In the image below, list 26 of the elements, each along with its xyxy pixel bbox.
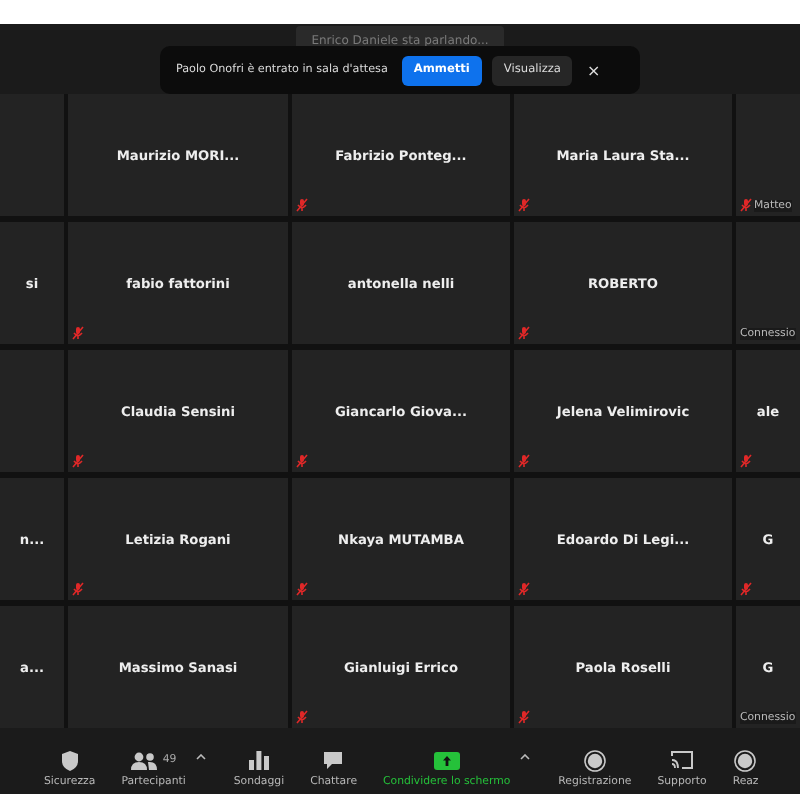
muted-microphone-icon xyxy=(740,198,752,212)
share-screen-icon xyxy=(433,751,460,769)
caret-icon xyxy=(520,754,531,760)
muted-microphone-icon xyxy=(740,582,752,596)
shield-icon xyxy=(59,749,80,771)
bar-chart-icon xyxy=(247,750,270,770)
muted-microphone-icon xyxy=(518,326,530,340)
muted-microphone-icon xyxy=(72,326,84,340)
muted-microphone-icon xyxy=(296,198,308,212)
chat-bubble-icon xyxy=(322,750,345,770)
cast-screen-icon xyxy=(670,750,694,770)
muted-microphone-icon xyxy=(518,710,530,724)
people-icon xyxy=(130,751,159,769)
muted-microphone-icon xyxy=(296,454,308,468)
muted-microphone-icon xyxy=(740,454,752,468)
record-icon xyxy=(583,749,606,771)
muted-microphone-icon xyxy=(296,710,308,724)
close-button[interactable]: × xyxy=(582,61,605,79)
muted-microphone-icon xyxy=(72,582,84,596)
muted-microphone-icon xyxy=(72,454,84,468)
muted-microphone-icon xyxy=(518,454,530,468)
muted-microphone-icon xyxy=(518,198,530,212)
record-icon xyxy=(734,749,757,771)
muted-microphone-icon xyxy=(518,582,530,596)
muted-microphone-icon xyxy=(296,582,308,596)
caret-icon xyxy=(195,754,206,760)
